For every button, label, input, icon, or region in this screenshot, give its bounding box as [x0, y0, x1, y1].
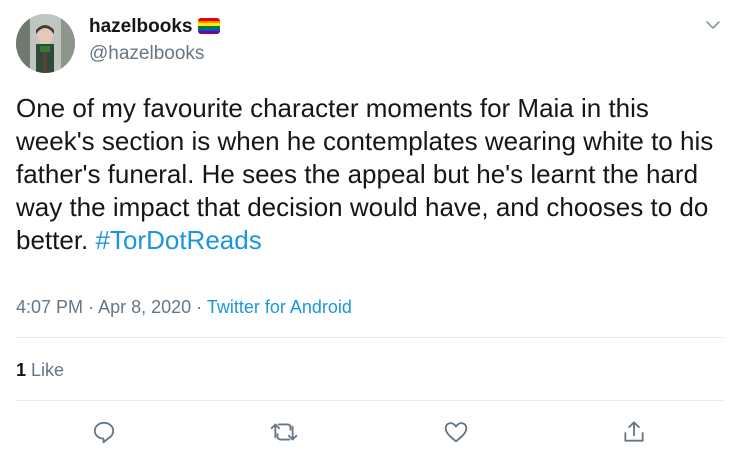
divider: [16, 337, 724, 338]
share-icon[interactable]: [618, 416, 650, 448]
like-icon[interactable]: [440, 416, 472, 448]
avatar-photo: [16, 14, 75, 73]
meta-separator: ·: [88, 297, 95, 317]
tweet-source-link[interactable]: Twitter for Android: [207, 297, 352, 317]
display-name[interactable]: hazelbooks: [89, 15, 192, 39]
tweet-date[interactable]: Apr 8, 2020: [98, 297, 191, 317]
divider: [16, 400, 724, 401]
like-count-label: Like: [31, 360, 65, 380]
tweet-metadata: 4:07 PM · Apr 8, 2020 · Twitter for Andr…: [16, 296, 352, 318]
author-handle[interactable]: @hazelbooks: [89, 42, 220, 66]
action-bar: [0, 416, 740, 450]
tweet-header: hazelbooks @hazelbooks: [16, 10, 724, 74]
retweet-icon[interactable]: [268, 416, 300, 448]
tweet-time[interactable]: 4:07 PM: [16, 297, 83, 317]
hashtag-link[interactable]: #TorDotReads: [96, 225, 262, 255]
rainbow-flag-icon: [198, 18, 221, 34]
avatar[interactable]: [16, 14, 75, 73]
reply-icon[interactable]: [88, 416, 120, 448]
chevron-down-icon[interactable]: [704, 16, 722, 34]
author-names[interactable]: hazelbooks @hazelbooks: [89, 15, 221, 66]
tweet-text: One of my favourite character moments fo…: [16, 92, 728, 257]
likes-count[interactable]: 1 Like: [16, 359, 64, 381]
like-count-number: 1: [16, 360, 27, 380]
meta-separator: ·: [196, 297, 203, 317]
